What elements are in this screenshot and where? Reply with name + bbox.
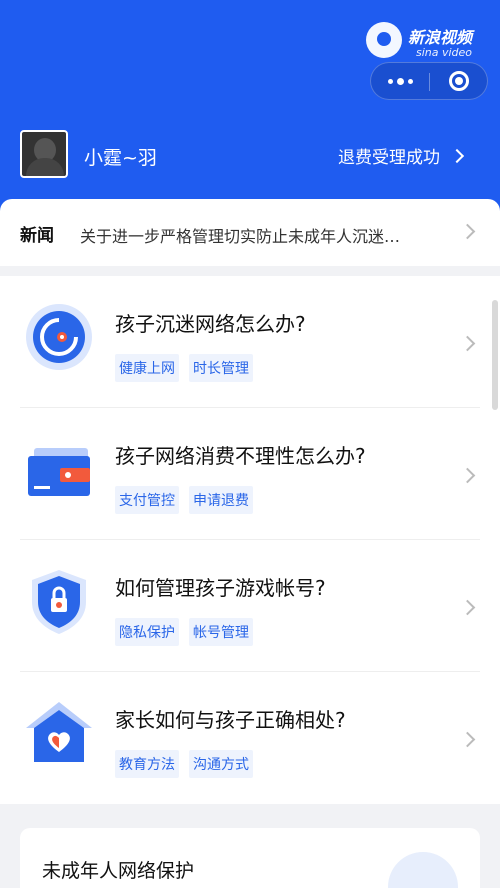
tag[interactable]: 时长管理: [189, 354, 253, 382]
minor-protection-section[interactable]: 未成年人网络保护: [20, 828, 480, 888]
chevron-right-icon: [459, 467, 476, 484]
refund-status-link[interactable]: 退费受理成功: [338, 143, 465, 168]
chevron-right-icon: [449, 148, 465, 163]
refund-status-text: 退费受理成功: [338, 148, 440, 168]
clock-target-icon: [26, 304, 92, 370]
sina-logo-icon: [366, 22, 402, 58]
shield-lock-icon: [32, 570, 86, 634]
dot-icon: [396, 77, 404, 85]
dot-icon: [407, 78, 413, 84]
miniprogram-capsule: [370, 62, 488, 100]
news-headline[interactable]: 关于进一步严格管理切实防止未成年人沉迷…: [80, 223, 450, 247]
close-miniprogram-button[interactable]: [449, 71, 469, 91]
faq-item-spending[interactable]: 孩子网络消费不理性怎么办? 支付管控 申请退费: [0, 408, 500, 540]
username: 小霆~羽: [84, 147, 157, 169]
dot-icon: [387, 78, 393, 84]
tag[interactable]: 沟通方式: [189, 750, 253, 778]
sina-video-watermark: 新浪视频 sina video: [366, 18, 496, 64]
chevron-right-icon: [459, 223, 476, 240]
tag[interactable]: 隐私保护: [115, 618, 179, 646]
section-title: 未成年人网络保护: [42, 860, 195, 882]
faq-item-account[interactable]: 如何管理孩子游戏帐号? 隐私保护 帐号管理: [0, 540, 500, 672]
faq-title: 家长如何与孩子正确相处?: [115, 708, 346, 732]
news-tag: 新闻: [20, 226, 54, 246]
faq-item-parenting[interactable]: 家长如何与孩子正确相处? 教育方法 沟通方式: [0, 672, 500, 804]
tag[interactable]: 健康上网: [115, 354, 179, 382]
more-menu-button[interactable]: [371, 63, 429, 99]
chevron-right-icon: [459, 599, 476, 616]
tag-list: 健康上网 时长管理: [115, 354, 253, 382]
house-heart-icon: [26, 702, 92, 762]
avatar[interactable]: [20, 130, 68, 178]
watermark-subtitle: sina video: [416, 46, 473, 59]
tag[interactable]: 申请退费: [189, 486, 253, 514]
tag[interactable]: 支付管控: [115, 486, 179, 514]
chevron-right-icon: [459, 731, 476, 748]
faq-item-addiction[interactable]: 孩子沉迷网络怎么办? 健康上网 时长管理: [0, 276, 500, 408]
faq-title: 孩子沉迷网络怎么办?: [115, 312, 306, 336]
scrollbar[interactable]: [492, 300, 498, 410]
faq-list: 孩子沉迷网络怎么办? 健康上网 时长管理 孩子网络消费不理性怎么办? 支付管控 …: [0, 276, 500, 804]
decorative-illustration-icon: [388, 852, 458, 888]
tag[interactable]: 帐号管理: [189, 618, 253, 646]
watermark-title: 新浪视频: [408, 28, 473, 47]
tag-list: 支付管控 申请退费: [115, 486, 253, 514]
capsule-divider: [429, 73, 430, 91]
news-bar[interactable]: 新闻 关于进一步严格管理切实防止未成年人沉迷…: [0, 199, 500, 266]
wallet-icon: [28, 448, 90, 496]
tag[interactable]: 教育方法: [115, 750, 179, 778]
tag-list: 隐私保护 帐号管理: [115, 618, 253, 646]
faq-title: 如何管理孩子游戏帐号?: [115, 576, 326, 600]
faq-title: 孩子网络消费不理性怎么办?: [115, 444, 366, 468]
chevron-right-icon: [459, 335, 476, 352]
tag-list: 教育方法 沟通方式: [115, 750, 253, 778]
